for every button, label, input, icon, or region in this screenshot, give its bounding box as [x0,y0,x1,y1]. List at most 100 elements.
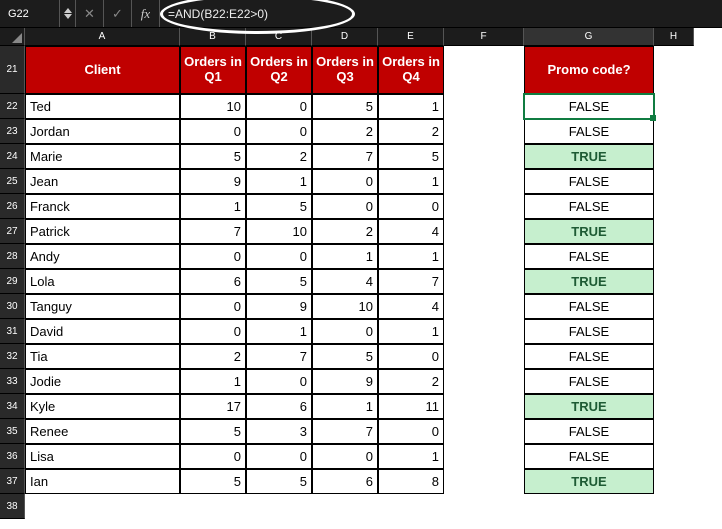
cell-E38[interactable] [378,494,444,519]
cell-q4[interactable]: 0 [378,419,444,444]
cell-client[interactable]: Andy [25,244,180,269]
column-header-D[interactable]: D [312,28,378,46]
cell-q2[interactable]: 6 [246,394,312,419]
cell-client[interactable]: Kyle [25,394,180,419]
row-header-37[interactable]: 37 [0,469,25,494]
row-header-29[interactable]: 29 [0,269,25,294]
cell-client[interactable]: Tanguy [25,294,180,319]
spreadsheet-grid[interactable]: ABCDEFGH21ClientOrders in Q1Orders in Q2… [0,28,722,519]
cell-q1[interactable]: 6 [180,269,246,294]
row-header-25[interactable]: 25 [0,169,25,194]
row-header-34[interactable]: 34 [0,394,25,419]
row-header-35[interactable]: 35 [0,419,25,444]
row-header-36[interactable]: 36 [0,444,25,469]
cell-q3[interactable]: 0 [312,444,378,469]
cell-F38[interactable] [444,494,524,519]
cell-H21[interactable] [654,46,694,94]
cell-H29[interactable] [654,269,694,294]
cell-F27[interactable] [444,219,524,244]
row-header-33[interactable]: 33 [0,369,25,394]
cell-q4[interactable]: 4 [378,219,444,244]
cell-promo[interactable]: TRUE [524,469,654,494]
cell-promo[interactable]: FALSE [524,419,654,444]
name-box-stepper[interactable] [60,0,76,27]
cell-q3[interactable]: 0 [312,194,378,219]
column-header-G[interactable]: G [524,28,654,46]
cell-promo[interactable]: TRUE [524,144,654,169]
cell-q4[interactable]: 8 [378,469,444,494]
cell-promo[interactable]: FALSE [524,294,654,319]
cell-q3[interactable]: 5 [312,344,378,369]
cell-F33[interactable] [444,369,524,394]
cell-q4[interactable]: 7 [378,269,444,294]
cell-q4[interactable]: 2 [378,369,444,394]
cell-q1[interactable]: 5 [180,469,246,494]
cell-q3[interactable]: 10 [312,294,378,319]
cell-F30[interactable] [444,294,524,319]
cell-q2[interactable]: 0 [246,369,312,394]
cell-client[interactable]: Jordan [25,119,180,144]
cell-q2[interactable]: 5 [246,194,312,219]
cell-q1[interactable]: 0 [180,119,246,144]
cell-q1[interactable]: 9 [180,169,246,194]
cancel-button[interactable]: ✕ [76,0,104,27]
cell-C38[interactable] [246,494,312,519]
cell-q3[interactable]: 9 [312,369,378,394]
cell-F31[interactable] [444,319,524,344]
cell-q2[interactable]: 1 [246,169,312,194]
cell-H38[interactable] [654,494,694,519]
cell-H22[interactable] [654,94,694,119]
row-header-23[interactable]: 23 [0,119,25,144]
column-header-A[interactable]: A [25,28,180,46]
cell-q1[interactable]: 5 [180,144,246,169]
row-header-22[interactable]: 22 [0,94,25,119]
cell-F28[interactable] [444,244,524,269]
cell-q4[interactable]: 5 [378,144,444,169]
cell-G38[interactable] [524,494,654,519]
row-header-31[interactable]: 31 [0,319,25,344]
cell-client[interactable]: David [25,319,180,344]
cell-H31[interactable] [654,319,694,344]
cell-q2[interactable]: 5 [246,469,312,494]
cell-q4[interactable]: 1 [378,244,444,269]
cell-F37[interactable] [444,469,524,494]
name-box[interactable]: G22 [0,0,60,27]
row-header-24[interactable]: 24 [0,144,25,169]
cell-q4[interactable]: 0 [378,344,444,369]
cell-promo[interactable]: FALSE [524,244,654,269]
cell-q1[interactable]: 7 [180,219,246,244]
column-header-H[interactable]: H [654,28,694,46]
cell-H25[interactable] [654,169,694,194]
cell-client[interactable]: Jodie [25,369,180,394]
cell-promo[interactable]: TRUE [524,219,654,244]
cell-q2[interactable]: 7 [246,344,312,369]
cell-promo[interactable]: TRUE [524,394,654,419]
cell-promo[interactable]: FALSE [524,119,654,144]
cell-client[interactable]: Jean [25,169,180,194]
cell-q3[interactable]: 1 [312,394,378,419]
cell-H34[interactable] [654,394,694,419]
cell-q1[interactable]: 1 [180,369,246,394]
confirm-button[interactable]: ✓ [104,0,132,27]
cell-H24[interactable] [654,144,694,169]
cell-H36[interactable] [654,444,694,469]
cell-q3[interactable]: 7 [312,144,378,169]
cell-q4[interactable]: 1 [378,444,444,469]
cell-H33[interactable] [654,369,694,394]
cell-client[interactable]: Marie [25,144,180,169]
cell-q4[interactable]: 1 [378,94,444,119]
cell-q1[interactable]: 5 [180,419,246,444]
cell-promo[interactable]: FALSE [524,169,654,194]
cell-q3[interactable]: 0 [312,169,378,194]
cell-q1[interactable]: 2 [180,344,246,369]
cell-q4[interactable]: 4 [378,294,444,319]
column-header-E[interactable]: E [378,28,444,46]
row-header-32[interactable]: 32 [0,344,25,369]
cell-q3[interactable]: 6 [312,469,378,494]
cell-H37[interactable] [654,469,694,494]
cell-promo[interactable]: FALSE [524,344,654,369]
cell-H32[interactable] [654,344,694,369]
cell-q1[interactable]: 0 [180,244,246,269]
row-header-38[interactable]: 38 [0,494,25,519]
cell-F21[interactable] [444,46,524,94]
